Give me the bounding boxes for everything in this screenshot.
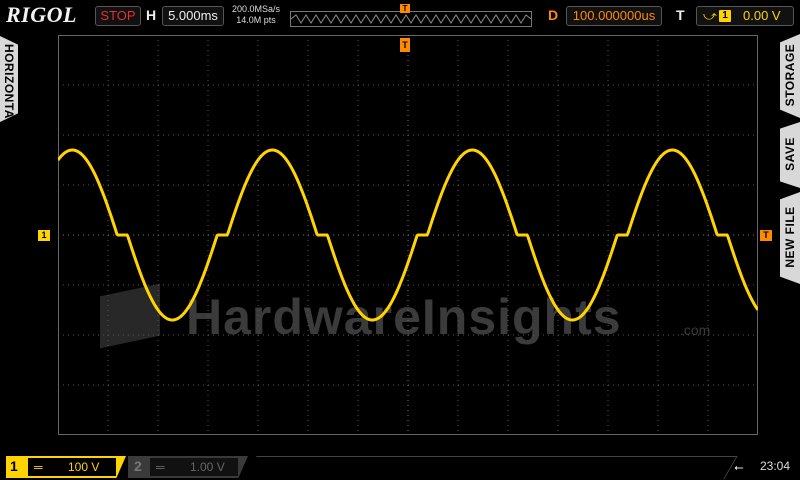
delay-value[interactable]: 100.000000us — [566, 6, 662, 26]
usb-icon: ⭠ — [734, 460, 744, 474]
new-file-label: NEW FILE — [783, 206, 797, 268]
memory-depth: 14.0M pts — [236, 15, 276, 25]
brand-logo: RIGOL — [6, 2, 77, 27]
status-bar: RIGOL STOP H 5.000ms 200.0MSa/s 14.0M pt… — [0, 0, 800, 30]
ch2-scale: 1.00 V — [190, 460, 225, 474]
horizontal-menu-tab[interactable]: HORIZONTAL — [0, 36, 18, 122]
timebase-label: H — [146, 7, 157, 23]
acquisition-info: 200.0MSa/s 14.0M pts — [228, 4, 284, 26]
softkey-menu: STORAGE SAVE NEW FILE — [780, 34, 800, 284]
save-label: SAVE — [783, 137, 797, 171]
ch1-scale: 100 V — [68, 460, 100, 474]
timebase-value[interactable]: 5.000ms — [162, 6, 224, 26]
storage-label: STORAGE — [783, 43, 797, 107]
memory-overview-bar — [290, 11, 532, 27]
new-file-softkey[interactable]: NEW FILE — [780, 192, 800, 284]
ch1-info: ═ 100 V — [28, 458, 116, 476]
trigger-level: 0.00 V — [743, 8, 781, 23]
delay-label: D — [548, 7, 559, 23]
channel-bar-outline — [243, 456, 738, 479]
sample-rate: 200.0MSa/s — [231, 4, 281, 14]
ch1-offset-marker[interactable]: 1 — [38, 230, 50, 241]
trigger-level-marker[interactable]: T — [760, 230, 772, 241]
memory-trigger-marker: T — [400, 4, 410, 13]
trigger-position-marker[interactable]: T — [400, 38, 410, 52]
trigger-source-badge: 1 — [719, 10, 731, 22]
ch2-number: 2 — [134, 458, 142, 474]
graticule — [58, 35, 758, 435]
ch2-tab[interactable]: 2 ═ 1.00 V — [128, 456, 248, 478]
save-softkey[interactable]: SAVE — [780, 122, 800, 188]
dc-coupling-icon: ═ — [156, 460, 165, 474]
ch1-tab[interactable]: 1 ═ 100 V — [6, 456, 126, 478]
memory-waveform-preview — [290, 14, 532, 24]
channel-bar: 1 ═ 100 V 2 ═ 1.00 V ⭠ 23:04 — [0, 452, 800, 480]
trigger-label: T — [676, 7, 685, 23]
horizontal-menu-label: HORIZONTAL — [2, 44, 16, 127]
graticule-center-axes — [58, 35, 758, 435]
storage-softkey[interactable]: STORAGE — [780, 34, 800, 118]
run-stop-status[interactable]: STOP — [95, 6, 141, 26]
rising-edge-icon: ⤻ — [703, 8, 717, 23]
ch2-info: ═ 1.00 V — [150, 458, 238, 476]
system-clock: 23:04 — [760, 459, 791, 473]
dc-coupling-icon: ═ — [34, 460, 43, 474]
ch1-number: 1 — [10, 458, 18, 474]
trigger-settings[interactable]: ⤻ 1 0.00 V — [696, 6, 794, 26]
waveform-display[interactable] — [58, 35, 758, 435]
